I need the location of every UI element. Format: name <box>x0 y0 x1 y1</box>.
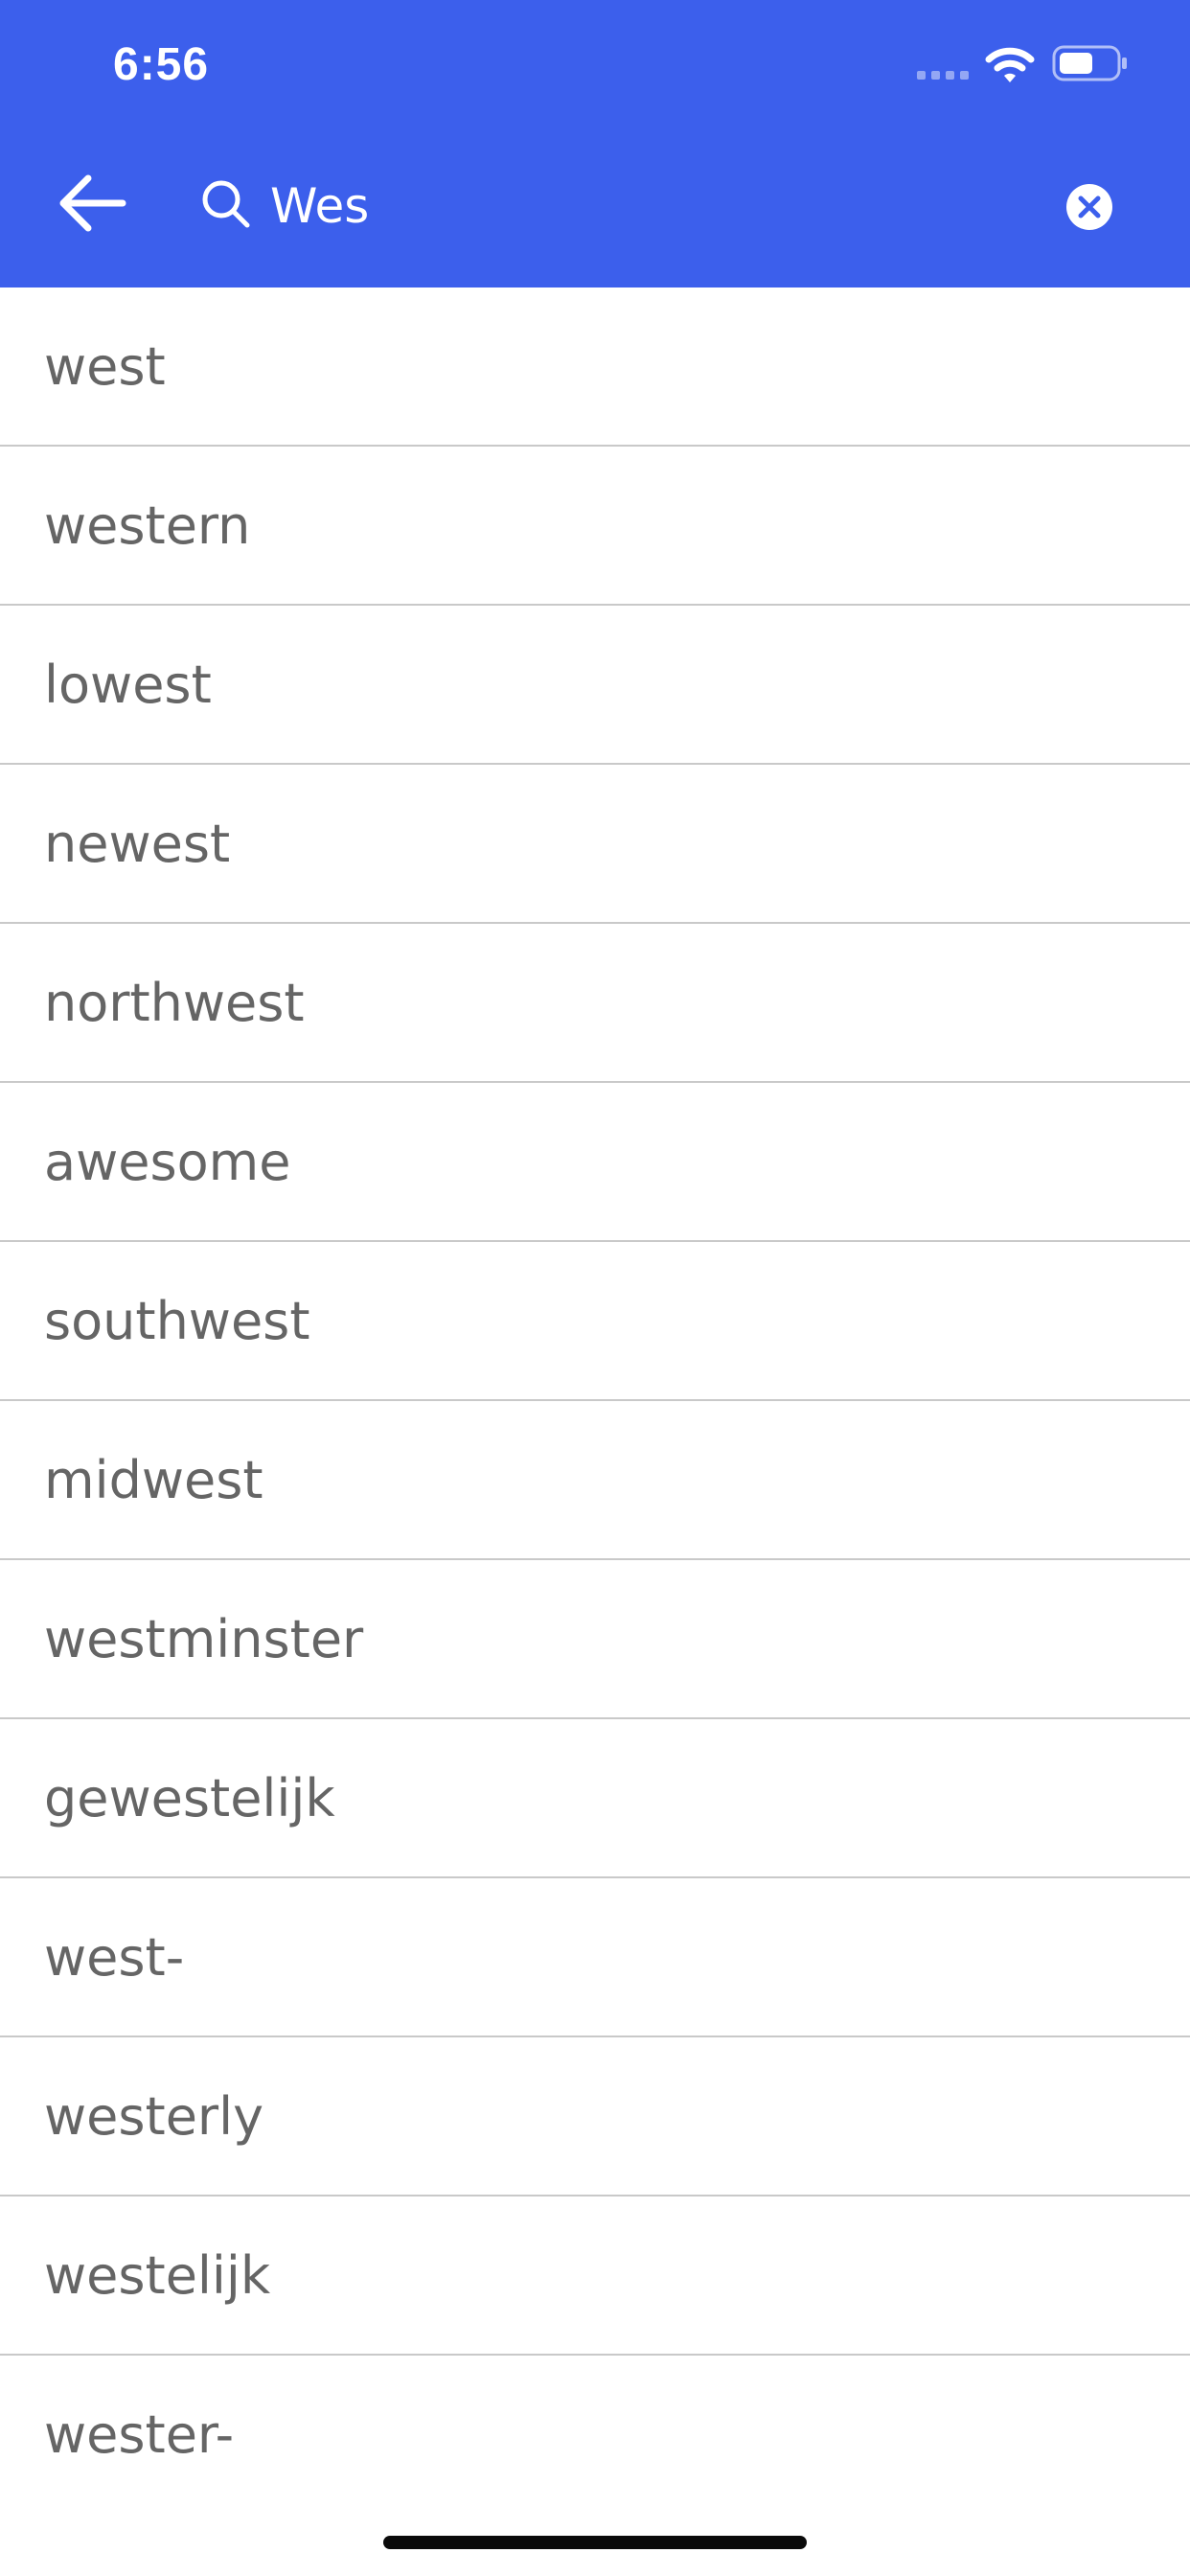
result-item[interactable]: westelijk <box>0 2196 1190 2356</box>
result-label: western <box>44 494 251 556</box>
result-label: midwest <box>44 1449 263 1510</box>
status-time: 6:56 <box>113 39 210 90</box>
result-item[interactable]: westerly <box>0 2037 1190 2196</box>
result-label: newest <box>44 813 231 874</box>
result-item[interactable]: west <box>0 288 1190 447</box>
result-item[interactable]: wester- <box>0 2356 1190 2513</box>
result-label: westelijk <box>44 2244 271 2306</box>
result-item[interactable]: gewestelijk <box>0 1719 1190 1878</box>
result-item[interactable]: western <box>0 447 1190 606</box>
search-input[interactable] <box>270 172 998 240</box>
result-label: northwest <box>44 972 305 1033</box>
result-item[interactable]: southwest <box>0 1242 1190 1401</box>
app-header: 6:56 <box>0 0 1190 288</box>
search-results-list: west western lowest newest northwest awe… <box>0 288 1190 2513</box>
result-label: awesome <box>44 1131 291 1192</box>
result-item[interactable]: northwest <box>0 924 1190 1083</box>
result-label: southwest <box>44 1290 310 1351</box>
clear-search-icon[interactable] <box>1065 183 1113 231</box>
result-item[interactable]: lowest <box>0 606 1190 765</box>
battery-icon <box>1052 45 1127 81</box>
result-item[interactable]: west- <box>0 1878 1190 2037</box>
search-icon <box>202 180 250 228</box>
result-label: westminster <box>44 1608 364 1669</box>
result-label: wester- <box>44 2404 235 2465</box>
result-label: west <box>44 335 166 397</box>
home-indicator[interactable] <box>383 2536 807 2549</box>
result-item[interactable]: newest <box>0 765 1190 924</box>
result-label: west- <box>44 1926 185 1988</box>
cellular-signal-icon <box>917 71 969 80</box>
back-arrow-icon[interactable] <box>56 172 128 234</box>
result-label: lowest <box>44 654 212 715</box>
wifi-icon <box>985 47 1035 82</box>
result-item[interactable]: westminster <box>0 1560 1190 1719</box>
result-label: gewestelijk <box>44 1767 335 1828</box>
result-item[interactable]: midwest <box>0 1401 1190 1560</box>
result-item[interactable]: awesome <box>0 1083 1190 1242</box>
result-label: westerly <box>44 2085 264 2147</box>
